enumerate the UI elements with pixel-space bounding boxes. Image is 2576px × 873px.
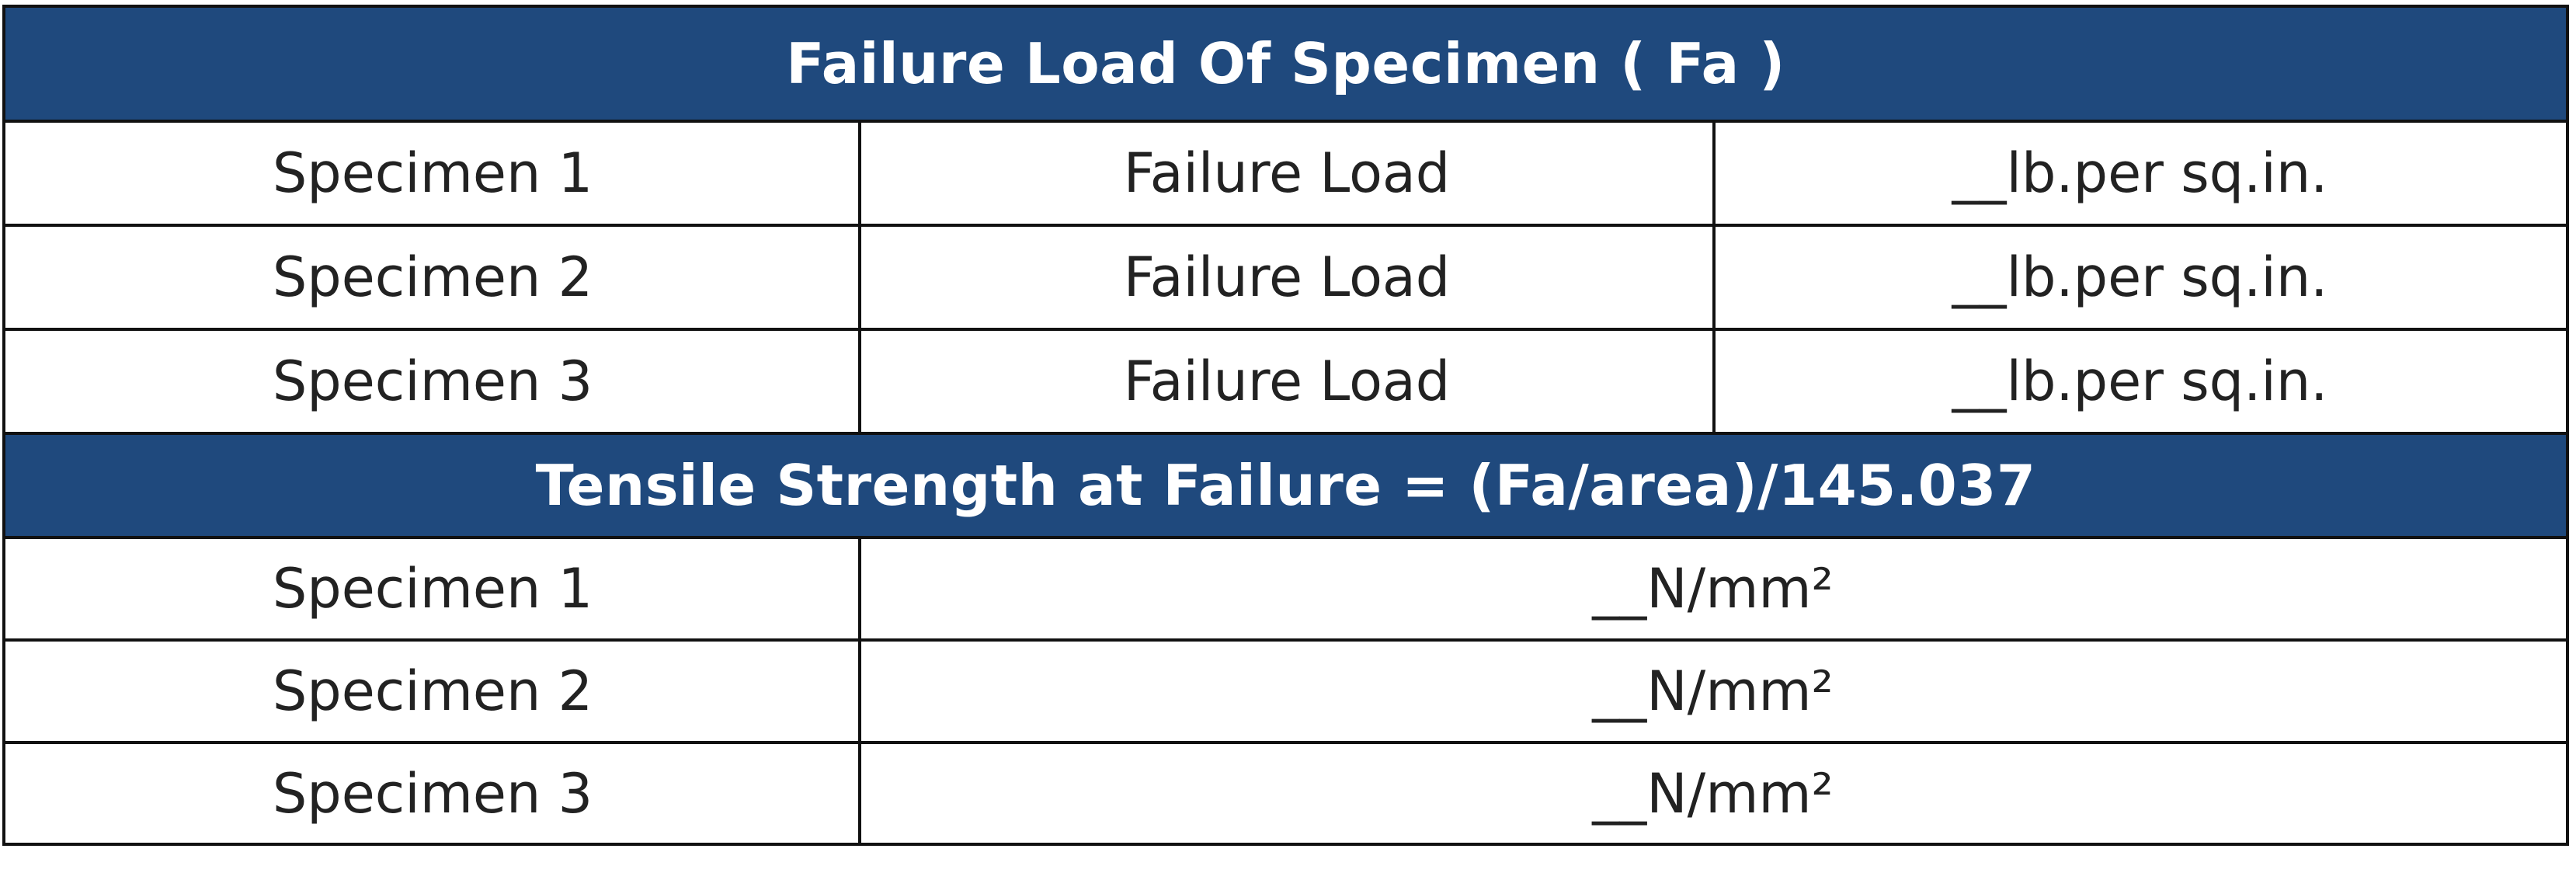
- column-divider: [1712, 123, 1716, 435]
- tensile-strength-title: Tensile Strength at Failure = (Fa/area)/…: [535, 453, 2036, 518]
- specimen-cell: Specimen 1: [272, 141, 593, 205]
- failure-load-label-cell: Failure Load: [1123, 141, 1451, 205]
- tensile-strength-value-cell: __N/mm²: [1592, 557, 1834, 621]
- specimen-cell: Specimen 2: [272, 245, 593, 309]
- failure-load-value-cell: __lb.per sq.in.: [1952, 245, 2328, 309]
- failure-load-value-cell: __lb.per sq.in.: [1952, 350, 2328, 413]
- results-table: Failure Load Of Specimen ( Fa ) Specimen…: [2, 5, 2569, 846]
- column-divider: [858, 123, 861, 435]
- specimen-cell: Specimen 3: [272, 350, 593, 413]
- failure-load-title: Failure Load Of Specimen ( Fa ): [786, 31, 1785, 96]
- failure-load-header: Failure Load Of Specimen ( Fa ): [5, 8, 2566, 120]
- failure-load-label-cell: Failure Load: [1123, 245, 1451, 309]
- tensile-strength-header: Tensile Strength at Failure = (Fa/area)/…: [5, 435, 2566, 536]
- table-row: Specimen 1 __N/mm²: [5, 539, 2566, 638]
- table-row: Specimen 2 Failure Load __lb.per sq.in.: [5, 227, 2566, 328]
- table-row: Specimen 3 Failure Load __lb.per sq.in.: [5, 331, 2566, 432]
- table-row: Specimen 1 Failure Load __lb.per sq.in.: [5, 123, 2566, 224]
- specimen-cell: Specimen 1: [272, 557, 593, 621]
- tensile-strength-value-cell: __N/mm²: [1592, 659, 1834, 723]
- specimen-cell: Specimen 2: [272, 659, 593, 723]
- table-row: Specimen 2 __N/mm²: [5, 642, 2566, 741]
- tensile-strength-value-cell: __N/mm²: [1592, 761, 1834, 826]
- failure-load-value-cell: __lb.per sq.in.: [1952, 141, 2328, 205]
- specimen-cell: Specimen 3: [272, 761, 593, 826]
- column-divider: [858, 539, 861, 843]
- failure-load-label-cell: Failure Load: [1123, 350, 1451, 413]
- table-row: Specimen 3 __N/mm²: [5, 744, 2566, 843]
